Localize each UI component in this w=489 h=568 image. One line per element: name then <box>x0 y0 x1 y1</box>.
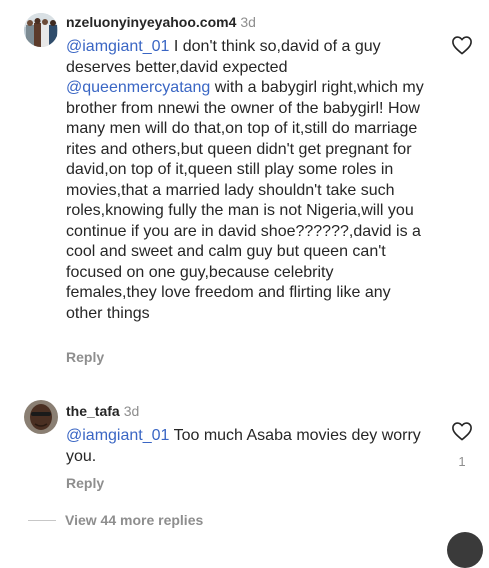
view-more-replies[interactable]: View 44 more replies <box>0 508 489 532</box>
floating-button[interactable] <box>447 532 483 568</box>
reply-button[interactable]: Reply <box>66 475 104 491</box>
mention-link[interactable]: @iamgiant_01 <box>66 427 169 444</box>
comment-username[interactable]: nzeluonyinyeyahoo.com4 3d <box>66 14 256 30</box>
avatar[interactable] <box>24 400 58 434</box>
like-count: 1 <box>458 454 466 469</box>
heart-icon[interactable] <box>451 421 473 441</box>
view-more-divider <box>28 520 56 521</box>
heart-icon[interactable] <box>451 35 473 55</box>
avatar-image <box>24 13 58 47</box>
avatar-image <box>24 400 58 434</box>
comment-text: with a babygirl right,which my brother f… <box>66 79 424 322</box>
reply-button[interactable]: Reply <box>66 349 104 365</box>
comment-body: @iamgiant_01 I don't think so,david of a… <box>66 37 426 324</box>
mention-link[interactable]: @queenmercyatang <box>66 79 210 96</box>
comment-timestamp: 3d <box>240 14 256 30</box>
username-text[interactable]: the_tafa <box>66 403 120 419</box>
comment-item: nzeluonyinyeyahoo.com4 3d @iamgiant_01 I … <box>0 0 489 380</box>
avatar[interactable] <box>24 13 58 47</box>
comment-username[interactable]: the_tafa 3d <box>66 403 139 419</box>
mention-link[interactable]: @iamgiant_01 <box>66 38 169 55</box>
comment-timestamp: 3d <box>123 403 140 419</box>
username-text[interactable]: nzeluonyinyeyahoo.com4 <box>66 14 236 30</box>
view-more-label[interactable]: View 44 more replies <box>65 512 203 528</box>
comment-body: @iamgiant_01 Too much Asaba movies dey w… <box>66 426 426 467</box>
comment-item: the_tafa 3d @iamgiant_01 Too much Asaba m… <box>0 390 489 500</box>
